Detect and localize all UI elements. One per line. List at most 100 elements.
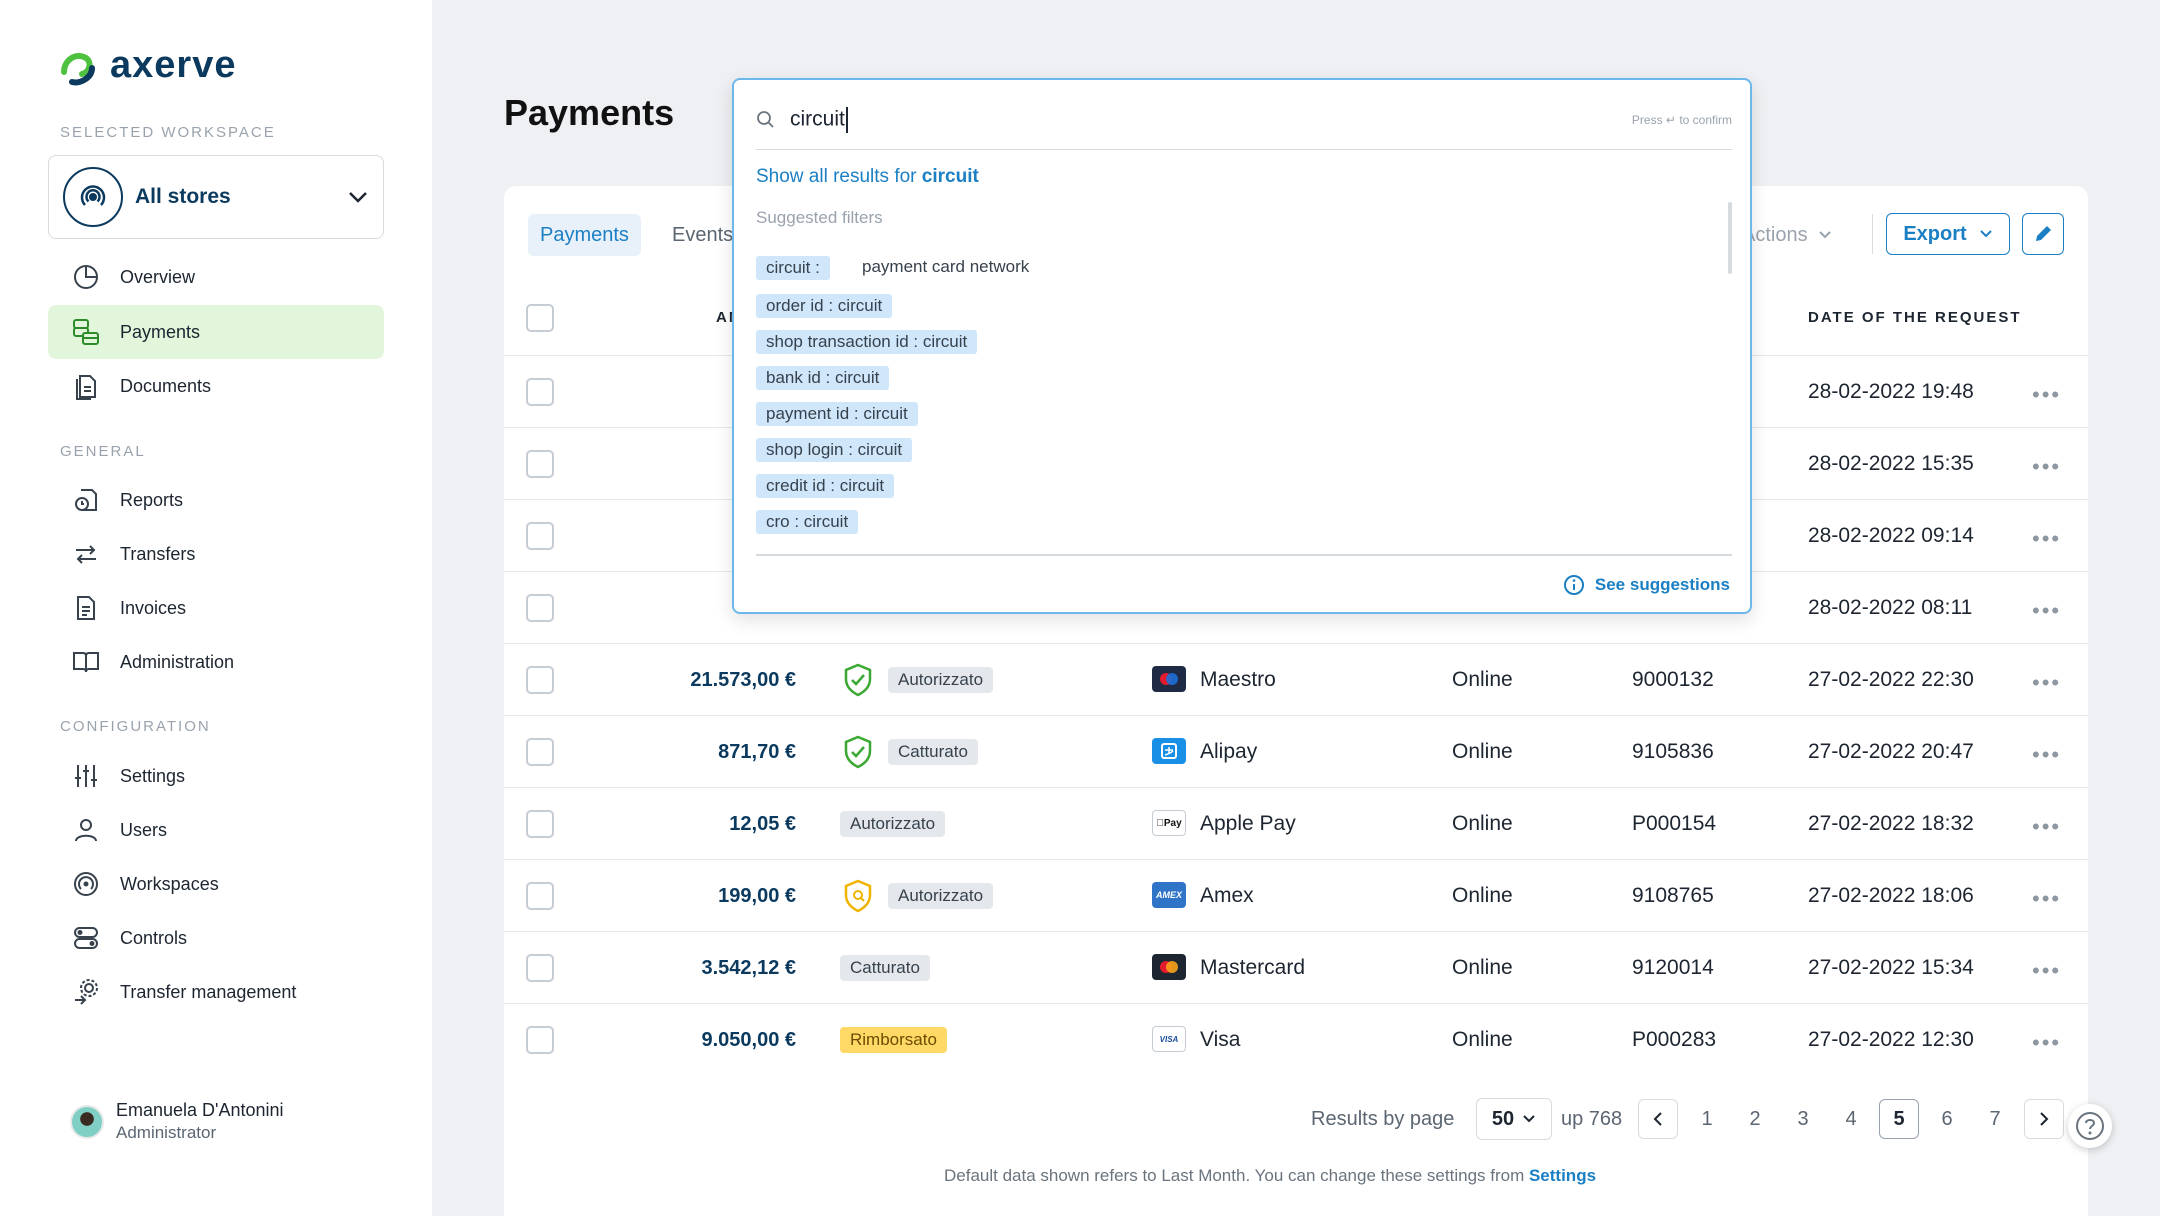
filter-suggestion-chip[interactable]: order id : circuit: [756, 294, 893, 318]
table-row[interactable]: 12,05 €AutorizzatoPayApple PayOnlineP00…: [504, 787, 2088, 859]
row-menu-icon[interactable]: •••: [2032, 1030, 2061, 1056]
user-icon: [70, 814, 102, 846]
row-checkbox[interactable]: [526, 738, 554, 766]
status-badge: Autorizzato: [888, 883, 994, 909]
row-menu-icon[interactable]: •••: [2032, 742, 2061, 768]
per-page-select[interactable]: 50: [1476, 1098, 1552, 1140]
row-menu-icon[interactable]: •••: [2032, 454, 2061, 480]
page-number-button[interactable]: 2: [1735, 1099, 1775, 1139]
row-menu-icon[interactable]: •••: [2032, 886, 2061, 912]
edit-columns-button[interactable]: [2022, 213, 2064, 255]
sidebar-item-transfers[interactable]: Transfers: [48, 527, 384, 581]
workspace-selector[interactable]: All stores: [48, 155, 384, 239]
page-number-button[interactable]: 7: [1975, 1099, 2015, 1139]
default-data-note: Default data shown refers to Last Month.…: [944, 1166, 1596, 1186]
actions-dropdown[interactable]: Actions: [1742, 214, 1832, 256]
status-badge: Catturato: [888, 739, 978, 765]
chevron-left-icon: [1653, 1112, 1662, 1126]
row-menu-icon[interactable]: •••: [2032, 598, 2061, 624]
next-page-button[interactable]: [2024, 1099, 2064, 1139]
sidebar-item-label: Reports: [120, 489, 184, 510]
sidebar-item-overview[interactable]: Overview: [48, 250, 384, 304]
axerve-logo[interactable]: axerve: [58, 44, 236, 87]
help-button[interactable]: [2068, 1104, 2112, 1148]
search-bar[interactable]: circuit Press ↵ to confirm: [756, 90, 1732, 150]
filter-suggestion-chip[interactable]: payment id : circuit: [756, 402, 918, 426]
security-shield-icon: [842, 878, 874, 914]
row-checkbox[interactable]: [526, 378, 554, 406]
row-menu-icon[interactable]: •••: [2032, 526, 2061, 552]
row-amount: 3.542,12 €: [701, 956, 796, 979]
previous-page-button[interactable]: [1638, 1099, 1678, 1139]
table-row[interactable]: 871,70 € Catturato Alipay Online 9105836 27-0…: [504, 715, 2088, 787]
user-profile[interactable]: Emanuela D'Antonini Administrator: [70, 1100, 284, 1143]
sidebar-item-reports[interactable]: Reports: [48, 473, 384, 527]
toggles-icon: [70, 922, 102, 954]
row-checkbox[interactable]: [526, 450, 554, 478]
popup-scrollbar[interactable]: [1728, 202, 1732, 274]
request-date: 27-02-2022 18:32: [1808, 812, 1974, 835]
row-menu-icon[interactable]: •••: [2032, 958, 2061, 984]
row-menu-icon[interactable]: •••: [2032, 670, 2061, 696]
table-row[interactable]: 3.542,12 € Catturato Mastercard Online 91200…: [504, 931, 2088, 1003]
filter-suggestion-chip[interactable]: bank id : circuit: [756, 366, 890, 390]
row-amount: 199,00 €: [718, 884, 796, 907]
results-by-page-label: Results by page: [1311, 1107, 1455, 1130]
sidebar-item-controls[interactable]: Controls: [48, 911, 384, 965]
row-checkbox[interactable]: [526, 810, 554, 838]
tab-payments[interactable]: Payments: [528, 214, 641, 256]
show-all-results-link[interactable]: Show all results for circuit: [756, 166, 979, 188]
row-menu-icon[interactable]: •••: [2032, 814, 2061, 840]
sidebar-item-users[interactable]: Users: [48, 803, 384, 857]
see-suggestions-link[interactable]: See suggestions: [1563, 574, 1730, 596]
channel: Online: [1452, 740, 1513, 763]
row-checkbox[interactable]: [526, 666, 554, 694]
sidebar-item-label: Controls: [120, 927, 188, 948]
sidebar-item-administration[interactable]: Administration: [48, 635, 384, 689]
search-input[interactable]: circuit: [790, 106, 1632, 133]
filter-suggestion-chip[interactable]: cro : circuit: [756, 510, 859, 534]
page-number-button[interactable]: 3: [1783, 1099, 1823, 1139]
page-number-button[interactable]: 4: [1831, 1099, 1871, 1139]
shop-id: P000283: [1632, 1028, 1717, 1051]
table-row[interactable]: 9.050,00 € Rimborsato VISA Visa Online P00028…: [504, 1003, 2088, 1075]
row-checkbox[interactable]: [526, 954, 554, 982]
row-checkbox[interactable]: [526, 594, 554, 622]
sidebar-item-label: Payments: [120, 321, 201, 342]
sidebar-item-payments[interactable]: Payments: [48, 305, 384, 359]
select-all-checkbox[interactable]: [526, 304, 554, 332]
column-header-date[interactable]: DATE OF THE REQUEST: [1808, 309, 2022, 326]
table-row[interactable]: 21.573,00 € Autorizzato Maestro Online 90001…: [504, 643, 2088, 715]
filter-suggestion-chip[interactable]: shop login : circuit: [756, 438, 913, 462]
workspace-icon: [70, 868, 102, 900]
request-date: 27-02-2022 12:30: [1808, 1028, 1974, 1051]
sidebar-item-settings[interactable]: Settings: [48, 749, 384, 803]
payment-method: Amex: [1200, 884, 1254, 907]
section-configuration-label: CONFIGURATION: [60, 718, 211, 735]
row-menu-icon[interactable]: •••: [2032, 382, 2061, 408]
sidebar-item-workspaces[interactable]: Workspaces: [48, 857, 384, 911]
sidebar-item-invoices[interactable]: Invoices: [48, 581, 384, 635]
page-number-button[interactable]: 5: [1879, 1099, 1919, 1139]
table-row[interactable]: 199,00 € Autorizzato AMEX Amex Online 9108765…: [504, 859, 2088, 931]
row-checkbox[interactable]: [526, 882, 554, 910]
sidebar-item-label: Documents: [120, 375, 212, 396]
request-date: 27-02-2022 15:34: [1808, 956, 1974, 979]
settings-link[interactable]: Settings: [1529, 1166, 1596, 1185]
page-title: Payments: [504, 92, 675, 133]
filter-suggestion-chip[interactable]: credit id : circuit: [756, 474, 895, 498]
pie-chart-icon: [70, 261, 102, 293]
export-button[interactable]: Export: [1886, 213, 2010, 255]
payment-method: Maestro: [1200, 668, 1276, 691]
workspace-icon: [63, 167, 123, 227]
page-number-button[interactable]: 1: [1687, 1099, 1727, 1139]
sidebar-item-documents[interactable]: Documents: [48, 359, 384, 413]
row-checkbox[interactable]: [526, 522, 554, 550]
row-checkbox[interactable]: [526, 1026, 554, 1054]
filter-suggestion-chip[interactable]: shop transaction id : circuit: [756, 330, 978, 354]
page-number-button[interactable]: 6: [1927, 1099, 1967, 1139]
chevron-down-icon: [1979, 230, 1992, 238]
filter-suggestion-chip[interactable]: circuit :: [756, 256, 830, 280]
axerve-logo-icon: [61, 52, 95, 85]
sidebar-item-transfer-management[interactable]: Transfer management: [48, 965, 384, 1019]
